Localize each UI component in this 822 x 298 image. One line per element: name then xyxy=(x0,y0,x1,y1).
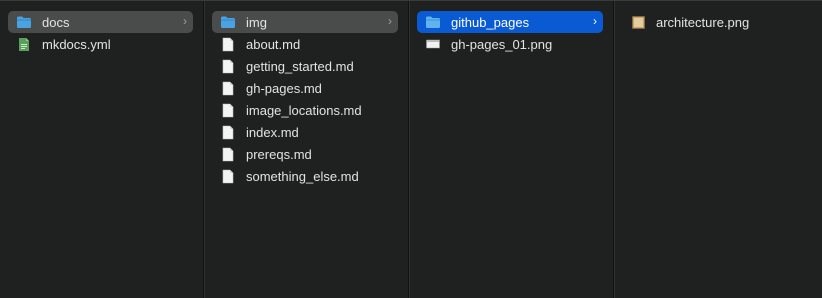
document-icon xyxy=(220,58,236,74)
file-item-about-md[interactable]: about.md xyxy=(212,33,398,55)
file-item-image-locations-md[interactable]: image_locations.md xyxy=(212,99,398,121)
column-browser: docs › mkdocs.yml img › about.md getting… xyxy=(0,0,822,298)
file-item-architecture-png[interactable]: architecture.png xyxy=(622,11,812,33)
chevron-right-icon: › xyxy=(593,14,597,28)
chevron-right-icon: › xyxy=(388,14,392,28)
folder-item-img[interactable]: img › xyxy=(212,11,398,33)
chevron-right-icon: › xyxy=(183,14,187,28)
image-file-icon xyxy=(425,36,441,52)
file-item-something-else-md[interactable]: something_else.md xyxy=(212,165,398,187)
item-label: gh-pages_01.png xyxy=(451,36,553,52)
document-icon xyxy=(220,124,236,140)
item-label: index.md xyxy=(246,124,299,140)
file-item-prereqs-md[interactable]: prereqs.md xyxy=(212,143,398,165)
item-label: about.md xyxy=(246,36,301,52)
column-1[interactable]: docs › mkdocs.yml xyxy=(0,1,204,298)
item-label: getting_started.md xyxy=(246,58,354,74)
document-icon xyxy=(220,80,236,96)
file-item-index-md[interactable]: index.md xyxy=(212,121,398,143)
item-label: gh-pages.md xyxy=(246,80,322,96)
item-label: image_locations.md xyxy=(246,102,362,118)
item-label: prereqs.md xyxy=(246,146,312,162)
document-icon xyxy=(220,168,236,184)
item-label: img xyxy=(246,14,267,30)
document-icon xyxy=(220,146,236,162)
file-item-mkdocs-yml[interactable]: mkdocs.yml xyxy=(8,33,193,55)
folder-icon xyxy=(425,14,441,30)
file-item-gh-pages-md[interactable]: gh-pages.md xyxy=(212,77,398,99)
folder-item-github-pages[interactable]: github_pages › xyxy=(417,11,603,33)
file-item-getting-started-md[interactable]: getting_started.md xyxy=(212,55,398,77)
folder-item-docs[interactable]: docs › xyxy=(8,11,193,33)
column-2[interactable]: img › about.md getting_started.md gh-pag… xyxy=(204,1,409,298)
image-file-icon xyxy=(630,14,646,30)
yaml-file-icon xyxy=(16,36,32,52)
column-3[interactable]: github_pages › gh-pages_01.png xyxy=(409,1,614,298)
item-label: mkdocs.yml xyxy=(42,36,111,52)
document-icon xyxy=(220,102,236,118)
item-label: architecture.png xyxy=(656,14,750,30)
column-4[interactable]: architecture.png xyxy=(614,1,822,298)
item-label: something_else.md xyxy=(246,168,359,184)
file-item-gh-pages-01-png[interactable]: gh-pages_01.png xyxy=(417,33,603,55)
folder-icon xyxy=(220,14,236,30)
folder-icon xyxy=(16,14,32,30)
document-icon xyxy=(220,36,236,52)
item-label: docs xyxy=(42,14,70,30)
item-label: github_pages xyxy=(451,14,530,30)
